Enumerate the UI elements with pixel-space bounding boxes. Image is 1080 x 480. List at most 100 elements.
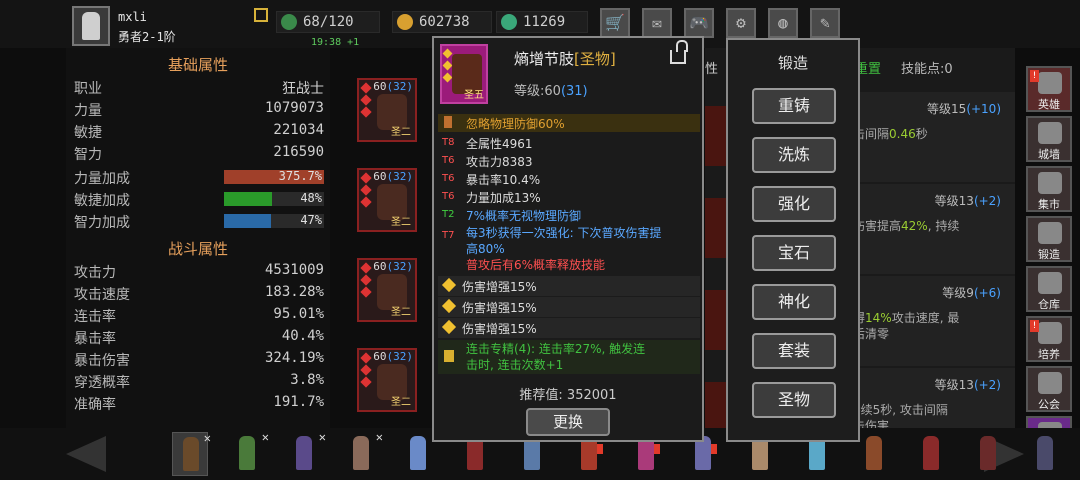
market-icon [1038,172,1062,194]
slot-level-value: 60 [373,350,387,363]
affix-text: 暴击率10.4% [466,173,541,187]
affix-row: T6 暴击率10.4% [438,170,700,188]
item-level-text: 等级:60 [514,84,561,99]
slot-level-extra: (32) [386,80,414,93]
settings-button[interactable]: ⚙ [726,8,756,38]
unlock-icon[interactable] [670,40,688,64]
attr-value: 47% [300,213,322,227]
equip-slot[interactable]: 60(32) 圣二 [357,78,417,142]
slot-level: 60(32) [373,350,413,363]
nav-forge[interactable]: 锻造 [1026,216,1072,262]
hero-portrait[interactable]: ✕ [343,430,383,476]
alert-badge [654,444,660,454]
avatar[interactable] [72,6,110,46]
slot-level-extra: (32) [386,350,414,363]
attr-value: 375.7% [278,169,322,183]
item-detail-popup: 圣五 熵增节肢[圣物] 等级:60(31) 忽略物理防御60% T7 每3秒获得… [432,36,704,442]
gem-icon [360,184,372,196]
hero-portrait[interactable] [1027,432,1063,476]
slot-level-extra: (32) [386,260,414,273]
forge-button[interactable]: 洗炼 [752,137,836,173]
slot-level-value: 60 [373,170,387,183]
lightning-icon [281,14,297,30]
hero-portrait[interactable] [913,432,949,476]
close-icon[interactable]: ✕ [376,430,383,444]
hero-sprite [980,436,996,470]
edit-icon[interactable] [254,8,268,22]
nav-warehouse[interactable]: 仓库 [1026,266,1072,312]
shop-button[interactable]: 🛒 [600,8,630,38]
gamepad-button[interactable]: 🎮 [684,8,714,38]
attr-bar-fill [224,192,272,206]
combat-attr-row: 攻击力 4531009 [74,260,324,282]
forge-button[interactable]: 神化 [752,284,836,320]
nav-hero[interactable]: 英雄! [1026,66,1072,112]
basic-attrs-title: 基础属性 [167,56,228,74]
gem-icon [360,106,372,118]
feather-button[interactable]: ✎ [810,8,840,38]
attr-row: 智力 216590 [74,142,324,164]
hero-portrait[interactable] [970,432,1006,476]
forge-button[interactable]: 圣物 [752,382,836,418]
forge-button[interactable]: 宝石 [752,235,836,271]
attr-row: 力量 1079073 [74,98,324,120]
affix-special: T7 每3秒获得一次强化: 下次普攻伤害提 高80% 普攻后有6%概率释放技能 [438,224,700,274]
gem-icon [441,298,457,314]
skill-row: 等级13(+2) 击伤害提高42%, 持续5 [835,184,1015,274]
forge-button[interactable]: 套装 [752,333,836,369]
gem-row: 伤害增强15% [438,276,700,296]
gem-value: 11269 [523,14,566,30]
equip-slot[interactable]: 60(32) 圣二 [357,168,417,232]
gem-icon [360,172,372,184]
skill-desc: 获得14%攻击速度, 最标后清零 [841,310,1011,342]
attr-label: 连击率 [74,309,116,325]
forge-panel: 锻造 重铸洗炼强化宝石神化套装圣物 [726,38,860,442]
nav-label: 英雄 [1038,98,1060,111]
item-level: 等级:60(31) [514,80,588,99]
item-icon-label: 圣五 [464,90,484,101]
affix-text: 7%概率无视物理防御 [466,209,582,223]
hero-sprite [353,436,369,470]
gem-icon [360,286,372,298]
forge-title: 锻造 [777,54,808,72]
attr-value: 191.7% [273,394,324,410]
close-icon[interactable]: ✕ [319,430,326,444]
hero-portrait[interactable]: ✕ [400,430,440,476]
affix-highlight-text: 忽略物理防御60% [466,117,565,131]
hero-portrait[interactable]: ✕ [172,431,211,476]
swap-button[interactable]: 更换 [526,408,610,436]
attr-bar-fill [224,214,271,228]
attr-bar-row: 力量加成 375.7% [74,166,324,188]
hero-portrait[interactable]: ✕ [229,430,269,476]
attr-bar-row: 敏捷加成 48% [74,188,324,210]
gem-text: 伤害增强15% [462,280,537,294]
affix-tier: T2 [442,209,455,220]
affix-highlight: 忽略物理防御60% [438,114,700,132]
attr-row: 职业 狂战士 [74,76,324,98]
color-wheel-button[interactable]: ◍ [768,8,798,38]
mail-button[interactable]: ✉ [642,8,672,38]
slot-level-value: 60 [373,260,387,273]
forge-button[interactable]: 强化 [752,186,836,222]
forge-icon [1038,222,1062,244]
hero-portrait[interactable] [856,432,892,476]
item-quality: [圣物] [574,50,616,68]
equip-slot[interactable]: 60(32) 圣二 [357,348,417,412]
hero-portrait[interactable]: ✕ [286,430,326,476]
alert-badge [597,444,603,454]
nav-train[interactable]: 培养! [1026,316,1072,362]
skill-points: 技能点:0 [901,62,953,77]
forge-button[interactable]: 重铸 [752,88,836,124]
nav-wall[interactable]: 城墙 [1026,116,1072,162]
nav-market[interactable]: 集市 [1026,166,1072,212]
affix-text: 力量加成13% [466,191,541,205]
energy-value: 68/120 [303,14,354,30]
close-icon[interactable]: ✕ [262,430,269,444]
attr-value: 1079073 [264,100,324,116]
nav-guild[interactable]: 公会 [1026,366,1072,412]
equip-slot[interactable]: 60(32) 圣二 [357,258,417,322]
affix-tier: T6 [442,155,455,166]
skill-level-plus: (+2) [973,378,1001,392]
nav-label: 城墙 [1038,148,1060,161]
close-icon[interactable]: ✕ [204,431,211,445]
